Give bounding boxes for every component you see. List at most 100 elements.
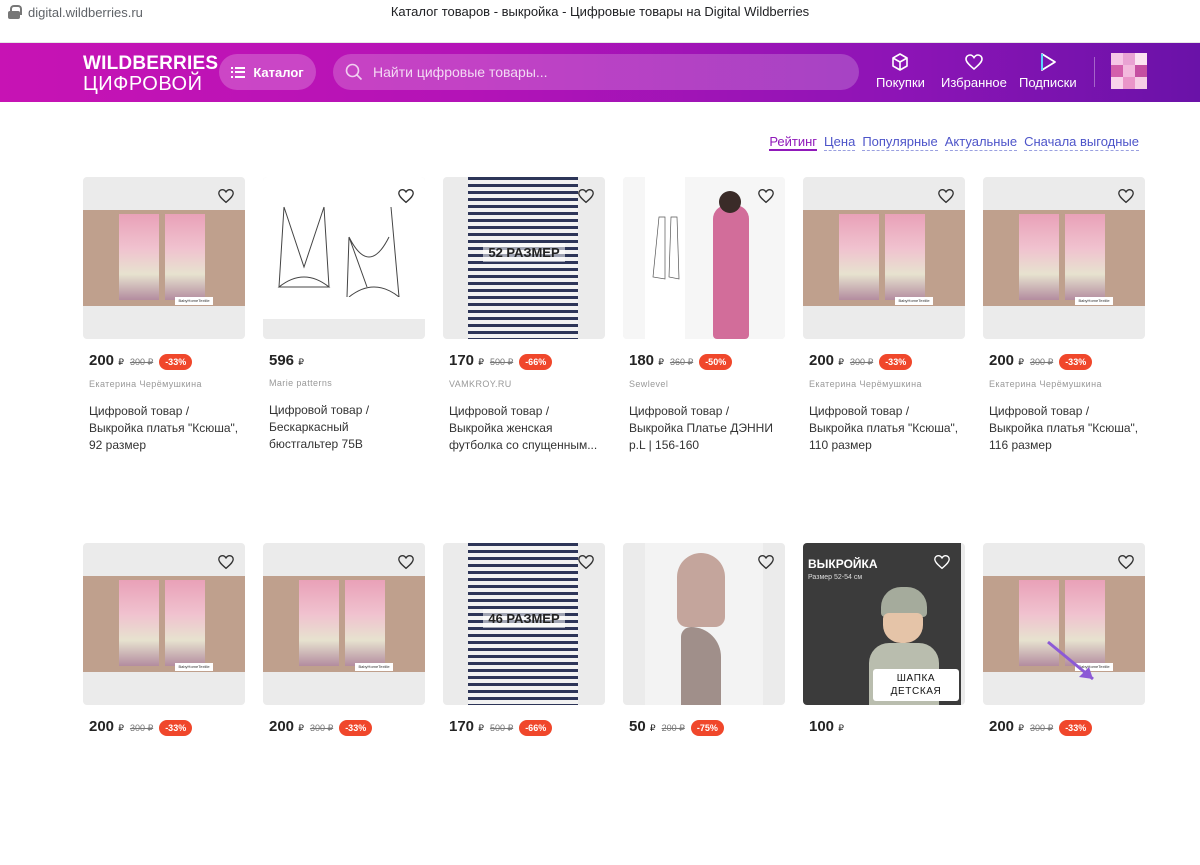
product-image[interactable] bbox=[623, 177, 785, 339]
nav-favorites-label: Избранное bbox=[941, 75, 1007, 90]
product-title[interactable]: Цифровой товар / Выкройка платья "Ксюша"… bbox=[989, 403, 1139, 454]
price-row: 200 ₽ 300 ₽ -33% bbox=[89, 718, 245, 736]
sort-popular[interactable]: Популярные bbox=[862, 134, 938, 151]
favorite-heart-icon[interactable] bbox=[933, 553, 951, 571]
old-price: 300 ₽ bbox=[309, 723, 334, 733]
product-card[interactable]: 180 ₽ 360 ₽ -50% Sewlevel Цифровой товар… bbox=[623, 177, 785, 499]
nav-purchases-label: Покупки bbox=[876, 75, 925, 90]
product-image[interactable]: BabyHomeTextile bbox=[983, 177, 1145, 339]
avatar[interactable] bbox=[1111, 53, 1147, 89]
logo-line2: ЦИФРОВОЙ bbox=[83, 73, 203, 95]
product-image[interactable]: BabyHomeTextile bbox=[263, 543, 425, 705]
sort-best-deals[interactable]: Сначала выгодные bbox=[1024, 134, 1139, 151]
favorite-heart-icon[interactable] bbox=[757, 187, 775, 205]
product-image[interactable]: 46 РАЗМЕР bbox=[443, 543, 605, 705]
favorite-heart-icon[interactable] bbox=[577, 187, 595, 205]
old-price: 300 ₽ bbox=[129, 723, 154, 733]
sort-rating[interactable]: Рейтинг bbox=[769, 134, 818, 151]
current-price: 200 ₽ bbox=[809, 352, 844, 369]
seller-name[interactable]: VAMKROY.RU bbox=[449, 379, 605, 389]
product-card[interactable]: ВЫКРОЙКА Размер 52-54 см ШАПКА ДЕТСКАЯ 1… bbox=[803, 543, 965, 865]
sort-actual[interactable]: Актуальные bbox=[944, 134, 1018, 151]
image-size-label: 52 РАЗМЕР bbox=[483, 243, 565, 262]
discount-badge: -33% bbox=[1059, 720, 1093, 736]
discount-badge: -66% bbox=[519, 720, 553, 736]
current-price: 170 ₽ bbox=[449, 352, 484, 369]
current-price: 200 ₽ bbox=[989, 352, 1024, 369]
seller-name[interactable]: Екатерина Черёмушкина bbox=[989, 379, 1145, 389]
price-row: 200 ₽ 300 ₽ -33% bbox=[269, 718, 425, 736]
product-card[interactable]: BabyHomeTextile 200 ₽ 300 ₽ -33% Екатери… bbox=[983, 177, 1145, 499]
favorite-heart-icon[interactable] bbox=[577, 553, 595, 571]
product-title[interactable]: Цифровой товар / Выкройка платья "Ксюша"… bbox=[809, 403, 959, 454]
old-price: 360 ₽ bbox=[669, 357, 694, 367]
catalog-button[interactable]: Каталог bbox=[219, 54, 316, 90]
product-grid: BabyHomeTextile 200 ₽ 300 ₽ -33% Екатери… bbox=[83, 177, 1145, 865]
old-price: 500 ₽ bbox=[489, 723, 514, 733]
product-image[interactable]: BabyHomeTextile bbox=[83, 543, 245, 705]
favorite-heart-icon[interactable] bbox=[217, 553, 235, 571]
product-title[interactable]: Цифровой товар / Бескаркасный бюстгальте… bbox=[269, 402, 419, 453]
site-logo[interactable]: WILDBERRIES ЦИФРОВОЙ bbox=[83, 54, 218, 94]
search-input[interactable] bbox=[373, 64, 833, 80]
favorite-heart-icon[interactable] bbox=[1117, 553, 1135, 571]
menu-list-icon bbox=[231, 66, 246, 78]
product-title[interactable]: Цифровой товар / Выкройка платья "Ксюша"… bbox=[89, 403, 239, 454]
current-price: 200 ₽ bbox=[89, 718, 124, 735]
favorite-heart-icon[interactable] bbox=[217, 187, 235, 205]
product-image[interactable]: 52 РАЗМЕР bbox=[443, 177, 605, 339]
product-image[interactable]: ВЫКРОЙКА Размер 52-54 см ШАПКА ДЕТСКАЯ bbox=[803, 543, 965, 705]
product-card[interactable]: 52 РАЗМЕР 170 ₽ 500 ₽ -66% VAMKROY.RU Ци… bbox=[443, 177, 605, 499]
discount-badge: -66% bbox=[519, 354, 553, 370]
seller-name[interactable]: Екатерина Черёмушкина bbox=[89, 379, 245, 389]
current-price: 100 ₽ bbox=[809, 718, 844, 735]
product-image[interactable]: BabyHomeTextile bbox=[803, 177, 965, 339]
product-image[interactable] bbox=[263, 177, 425, 339]
price-row: 170 ₽ 500 ₽ -66% bbox=[449, 718, 605, 736]
product-image[interactable]: BabyHomeTextile bbox=[83, 177, 245, 339]
product-card[interactable]: 596 ₽ Marie patterns Цифровой товар / Бе… bbox=[263, 177, 425, 499]
current-price: 200 ₽ bbox=[89, 352, 124, 369]
old-price: 300 ₽ bbox=[1029, 357, 1054, 367]
product-card[interactable]: BabyHomeTextile 200 ₽ 300 ₽ -33% bbox=[263, 543, 425, 865]
favorite-heart-icon[interactable] bbox=[397, 187, 415, 205]
seller-name[interactable]: Sewlevel bbox=[629, 379, 785, 389]
favorite-heart-icon[interactable] bbox=[1117, 187, 1135, 205]
price-row: 180 ₽ 360 ₽ -50% bbox=[629, 352, 785, 370]
logo-line1: WILDBERRIES bbox=[83, 53, 219, 74]
product-card[interactable]: BabyHomeTextile 200 ₽ 300 ₽ -33% bbox=[83, 543, 245, 865]
product-card[interactable]: BabyHomeTextile 200 ₽ 300 ₽ -33% Екатери… bbox=[83, 177, 245, 499]
favorite-heart-icon[interactable] bbox=[937, 187, 955, 205]
old-price: 300 ₽ bbox=[129, 357, 154, 367]
image-label: ШАПКА ДЕТСКАЯ bbox=[873, 669, 959, 701]
current-price: 180 ₽ bbox=[629, 352, 664, 369]
nav-subscriptions-label: Подписки bbox=[1019, 75, 1077, 90]
search-bar[interactable] bbox=[333, 54, 859, 90]
product-image[interactable] bbox=[623, 543, 785, 705]
product-card[interactable]: BabyHomeTextile 200 ₽ 300 ₽ -33% bbox=[983, 543, 1145, 865]
product-title[interactable]: Цифровой товар / Выкройка женская футбол… bbox=[449, 403, 599, 454]
nav-favorites[interactable]: Избранное bbox=[941, 52, 1007, 90]
favorite-heart-icon[interactable] bbox=[757, 553, 775, 571]
sort-price[interactable]: Цена bbox=[824, 134, 856, 151]
play-icon bbox=[1040, 53, 1056, 71]
cube-icon bbox=[892, 53, 909, 71]
current-price: 50 ₽ bbox=[629, 718, 656, 735]
seller-name[interactable]: Marie patterns bbox=[269, 378, 425, 388]
favorite-heart-icon[interactable] bbox=[397, 553, 415, 571]
header-divider bbox=[1094, 57, 1095, 87]
seller-name[interactable]: Екатерина Черёмушкина bbox=[809, 379, 965, 389]
product-card[interactable]: 50 ₽ 200 ₽ -75% bbox=[623, 543, 785, 865]
product-image[interactable]: BabyHomeTextile bbox=[983, 543, 1145, 705]
product-card[interactable]: BabyHomeTextile 200 ₽ 300 ₽ -33% Екатери… bbox=[803, 177, 965, 499]
arrow-annotation bbox=[1047, 640, 1094, 681]
product-title[interactable]: Цифровой товар / Выкройка Платье ДЭННИ p… bbox=[629, 403, 779, 454]
nav-subscriptions[interactable]: Подписки bbox=[1019, 52, 1077, 90]
discount-badge: -33% bbox=[1059, 354, 1093, 370]
old-price: 300 ₽ bbox=[1029, 723, 1054, 733]
price-row: 170 ₽ 500 ₽ -66% bbox=[449, 352, 605, 370]
catalog-label: Каталог bbox=[253, 64, 304, 80]
product-card[interactable]: 46 РАЗМЕР 170 ₽ 500 ₽ -66% bbox=[443, 543, 605, 865]
nav-purchases[interactable]: Покупки bbox=[876, 52, 925, 90]
search-icon bbox=[345, 63, 363, 81]
